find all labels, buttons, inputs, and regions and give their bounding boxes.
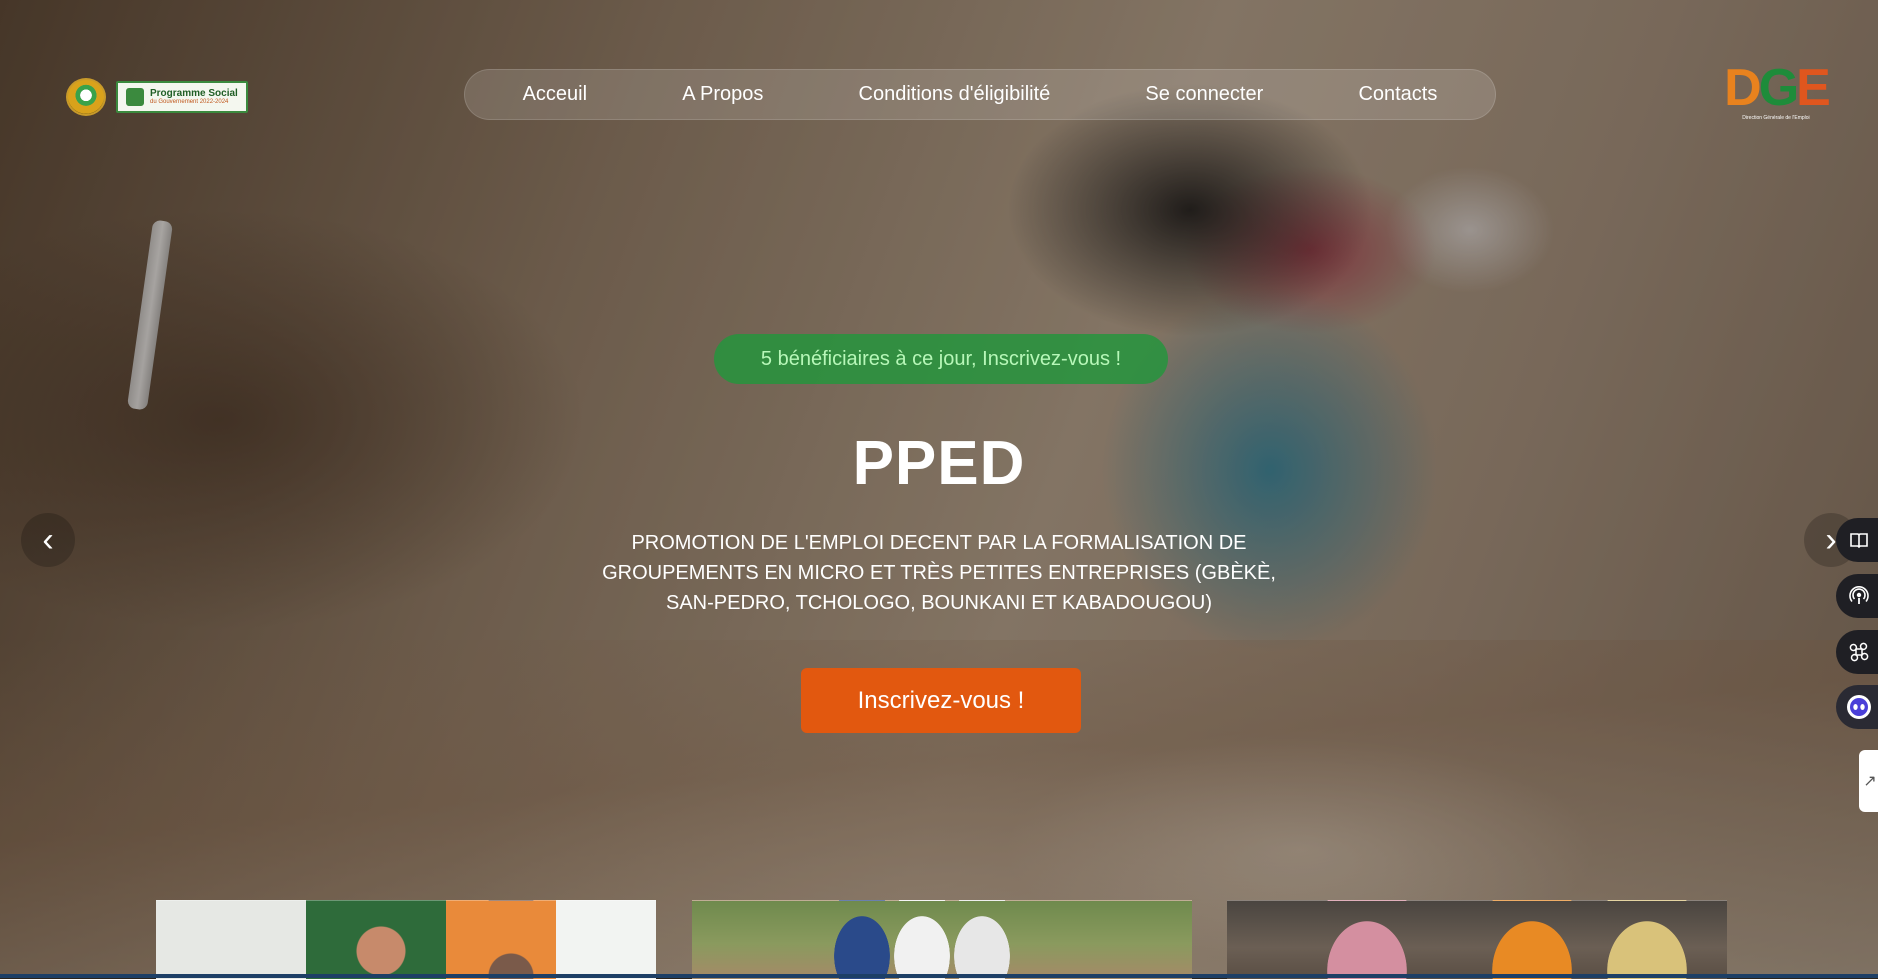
nav-link-conditions[interactable]: Conditions d'éligibilité [859, 83, 1051, 106]
chevron-left-icon: ‹ [42, 520, 54, 559]
main-navbar: Acceuil A Propos Conditions d'éligibilit… [464, 69, 1496, 120]
nav-link-acceuil[interactable]: Acceuil [523, 83, 587, 106]
chatbot-icon [1847, 695, 1871, 719]
news-thumbnail-1[interactable] [156, 900, 656, 979]
side-book-button[interactable] [1836, 518, 1878, 562]
side-command-button[interactable] [1836, 630, 1878, 674]
bottom-accent-bar [0, 974, 1878, 978]
side-expand-tab[interactable]: ↗ [1859, 750, 1878, 812]
dge-logo[interactable]: DGE Direction Générale de l'Emploi [1724, 62, 1831, 126]
book-icon [1850, 533, 1868, 549]
hero-subtitle: PROMOTION DE L'EMPLOI DECENT PAR LA FORM… [602, 532, 1276, 614]
header-logos[interactable]: Programme Social du Gouvernement 2022-20… [66, 78, 248, 116]
beneficiaries-badge: 5 bénéficiaires à ce jour, Inscrivez-vou… [714, 334, 1168, 384]
nav-link-contacts[interactable]: Contacts [1358, 83, 1437, 106]
program-mark-icon [126, 88, 144, 106]
nav-link-se-connecter[interactable]: Se connecter [1145, 83, 1263, 106]
carousel-prev-button[interactable]: ‹ [21, 513, 75, 567]
program-badge-subtitle: du Gouvernement 2022-2024 [150, 99, 229, 105]
program-badge-title: Programme Social [150, 88, 238, 99]
register-button[interactable]: Inscrivez-vous ! [801, 668, 1081, 733]
news-thumbnail-3[interactable] [1227, 900, 1727, 979]
side-chatbot-button[interactable] [1836, 685, 1878, 729]
hero-title: PPED [852, 429, 1026, 498]
podcast-icon [1849, 586, 1869, 604]
nav-link-a-propos[interactable]: A Propos [682, 83, 763, 106]
chevron-right-icon: › [1825, 520, 1837, 559]
command-icon [1849, 642, 1869, 662]
program-social-logo: Programme Social du Gouvernement 2022-20… [116, 81, 248, 113]
dge-logo-letters: DGE [1724, 59, 1831, 117]
news-thumbnail-2[interactable] [692, 900, 1192, 979]
side-podcast-button[interactable] [1836, 574, 1878, 618]
dge-logo-subtitle: Direction Générale de l'Emploi [1742, 115, 1810, 121]
coat-of-arms-logo [66, 78, 106, 116]
expand-arrow-icon: ↗ [1863, 773, 1877, 790]
